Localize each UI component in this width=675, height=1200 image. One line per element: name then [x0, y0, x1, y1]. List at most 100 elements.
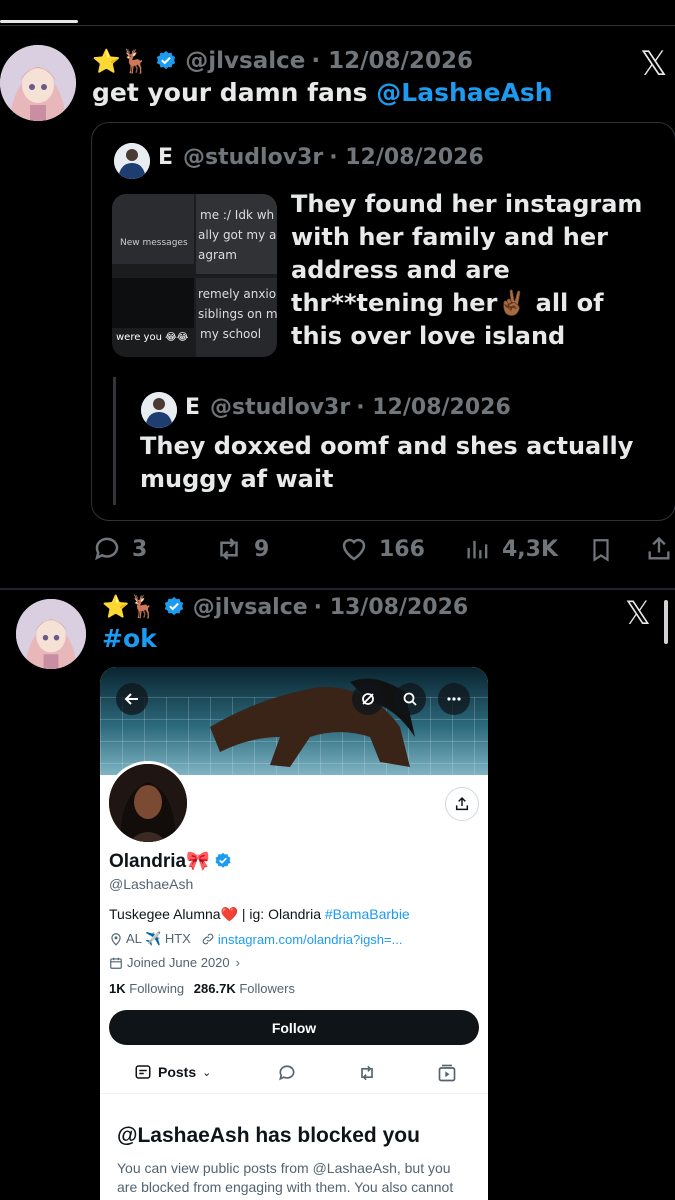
anime-avatar-icon [0, 45, 76, 121]
bookmark-button[interactable] [588, 536, 614, 568]
profile-link[interactable]: instagram.com/olandria?igsh=... [218, 932, 403, 947]
media-panel-dark [112, 278, 194, 328]
heart-icon [342, 538, 366, 561]
profile-meta-row: AL ✈️ HTX instagram.com/olandria?igsh=..… [109, 931, 402, 947]
tab-replies[interactable] [277, 1063, 297, 1088]
author-handle[interactable]: @jlvsalce [185, 48, 305, 74]
nested-author-name: E [185, 395, 201, 420]
post-header: ⭐🦌 @jlvsalce · 12/08/2026 [92, 44, 473, 78]
link-icon [202, 933, 214, 945]
post-header-2: ⭐🦌 @jlvsalce · 13/08/2026 [102, 592, 468, 622]
quote-media-thumbnail[interactable]: me :/ Idk wh ally got my ac agram New me… [112, 194, 277, 357]
quote-author-avatar[interactable] [114, 143, 150, 179]
more-options-button[interactable] [438, 683, 470, 715]
quote-author-name: E [158, 145, 174, 170]
nested-author-handle[interactable]: @studlov3r [210, 395, 350, 420]
nested-author-avatar[interactable] [141, 392, 177, 428]
media-panel-top [112, 194, 194, 264]
post-date-2[interactable]: · 13/08/2026 [314, 595, 469, 620]
person-photo-icon [141, 392, 177, 428]
banner-photo-figure [210, 678, 415, 767]
chevron-down-icon: ⌄ [202, 1066, 212, 1079]
quote-date[interactable]: · 12/08/2026 [329, 145, 484, 170]
views-count: 4,3K [502, 536, 559, 562]
blocked-body: You can view public posts from @LashaeAs… [117, 1160, 454, 1200]
share-profile-button[interactable] [445, 787, 479, 821]
reply-button[interactable]: 3 [92, 534, 147, 564]
dm-line-3: agram [198, 248, 237, 262]
new-messages-label: New messages [120, 238, 188, 248]
tab-media[interactable] [437, 1063, 457, 1088]
top-divider [0, 25, 675, 26]
profile-handle: @LashaeAsh [109, 876, 194, 892]
media-icon [438, 1064, 456, 1082]
views-chart-icon [467, 540, 488, 559]
search-button[interactable] [394, 683, 426, 715]
verified-badge-icon [157, 50, 176, 70]
nested-text: They doxxed oomf and shes actually muggy… [140, 432, 634, 493]
repost-count: 9 [254, 536, 270, 562]
views-button[interactable]: 4,3K [464, 534, 558, 564]
blocked-title: @LashaeAsh has blocked you [117, 1124, 420, 1147]
name-emojis-2: ⭐🦌 [102, 594, 157, 620]
embedded-profile-screenshot[interactable]: Olandria🎀 @LashaeAsh Tuskegee Alumna❤️ |… [100, 667, 488, 1200]
back-button[interactable] [116, 683, 148, 715]
author-avatar[interactable] [0, 45, 76, 121]
person-photo-icon [114, 143, 150, 179]
x-logo-icon: 𝕏 [640, 44, 668, 84]
follow-button[interactable]: Follow [109, 1010, 479, 1045]
tab-posts-label: Posts [158, 1064, 197, 1080]
author-handle-2[interactable]: @jlvsalce [193, 595, 308, 620]
thread-line [113, 377, 116, 505]
scrollbar[interactable] [664, 600, 668, 644]
profile-location: AL ✈️ HTX [126, 931, 191, 946]
more-dots-icon [447, 697, 461, 701]
nested-date[interactable]: · 12/08/2026 [356, 395, 511, 420]
dm-line-2: ally got my ac [198, 228, 277, 242]
were-you-label: were you 😂😂 [116, 332, 189, 343]
grok-button[interactable] [352, 683, 384, 715]
dm-line-6: my school [200, 327, 262, 341]
hashtag-text[interactable]: #ok [102, 624, 157, 653]
share-icon [455, 796, 469, 811]
quote-header: E @studlov3r · 12/08/2026 [158, 145, 484, 170]
profile-avatar[interactable] [106, 761, 190, 845]
like-button[interactable]: 166 [339, 534, 425, 564]
dm-line-5: siblings on m [198, 307, 277, 321]
bio-hashtag[interactable]: #BamaBarbie [325, 906, 410, 922]
repost-button[interactable]: 9 [214, 534, 269, 564]
reply-icon [95, 537, 119, 561]
post-divider [0, 588, 675, 590]
quote-text: They found her instagram with her family… [291, 190, 643, 350]
share-icon [648, 536, 670, 560]
anime-avatar-icon [16, 599, 86, 669]
name-emojis: ⭐🦌 [92, 48, 150, 75]
profile-name-row: Olandria🎀 [109, 849, 232, 873]
x-logo-icon-2: 𝕏 [625, 594, 651, 632]
joined-row: Joined June 2020 › [109, 955, 240, 970]
post-date[interactable]: · 12/08/2026 [311, 48, 473, 74]
post-text-body: get your damn fans [92, 78, 377, 107]
post-text: get your damn fans @LashaeAsh [92, 78, 553, 107]
following-label[interactable]: Following [129, 981, 184, 996]
mention-link[interactable]: @LashaeAsh [376, 78, 552, 107]
dm-line-4: remely anxio [198, 287, 277, 301]
search-icon [403, 692, 417, 706]
like-count: 166 [379, 536, 425, 562]
profile-display-name: Olandria🎀 [109, 851, 210, 872]
following-count[interactable]: 1K [109, 981, 126, 996]
nested-header: E @studlov3r · 12/08/2026 [185, 395, 511, 420]
quote-author-handle[interactable]: @studlov3r [183, 145, 323, 170]
location-pin-icon [111, 933, 121, 946]
followers-count[interactable]: 286.7K [194, 981, 236, 996]
bookmark-icon [593, 539, 609, 562]
author-avatar-2[interactable] [16, 599, 86, 669]
sheet-handle [0, 20, 78, 23]
repost-icon [361, 1065, 373, 1081]
tab-reposts[interactable] [357, 1063, 377, 1088]
share-button[interactable] [645, 534, 673, 568]
tab-posts[interactable]: Posts ⌄ [134, 1063, 211, 1081]
verified-badge-icon [215, 852, 231, 868]
followers-label[interactable]: Followers [239, 981, 295, 996]
profile-banner [100, 667, 488, 775]
